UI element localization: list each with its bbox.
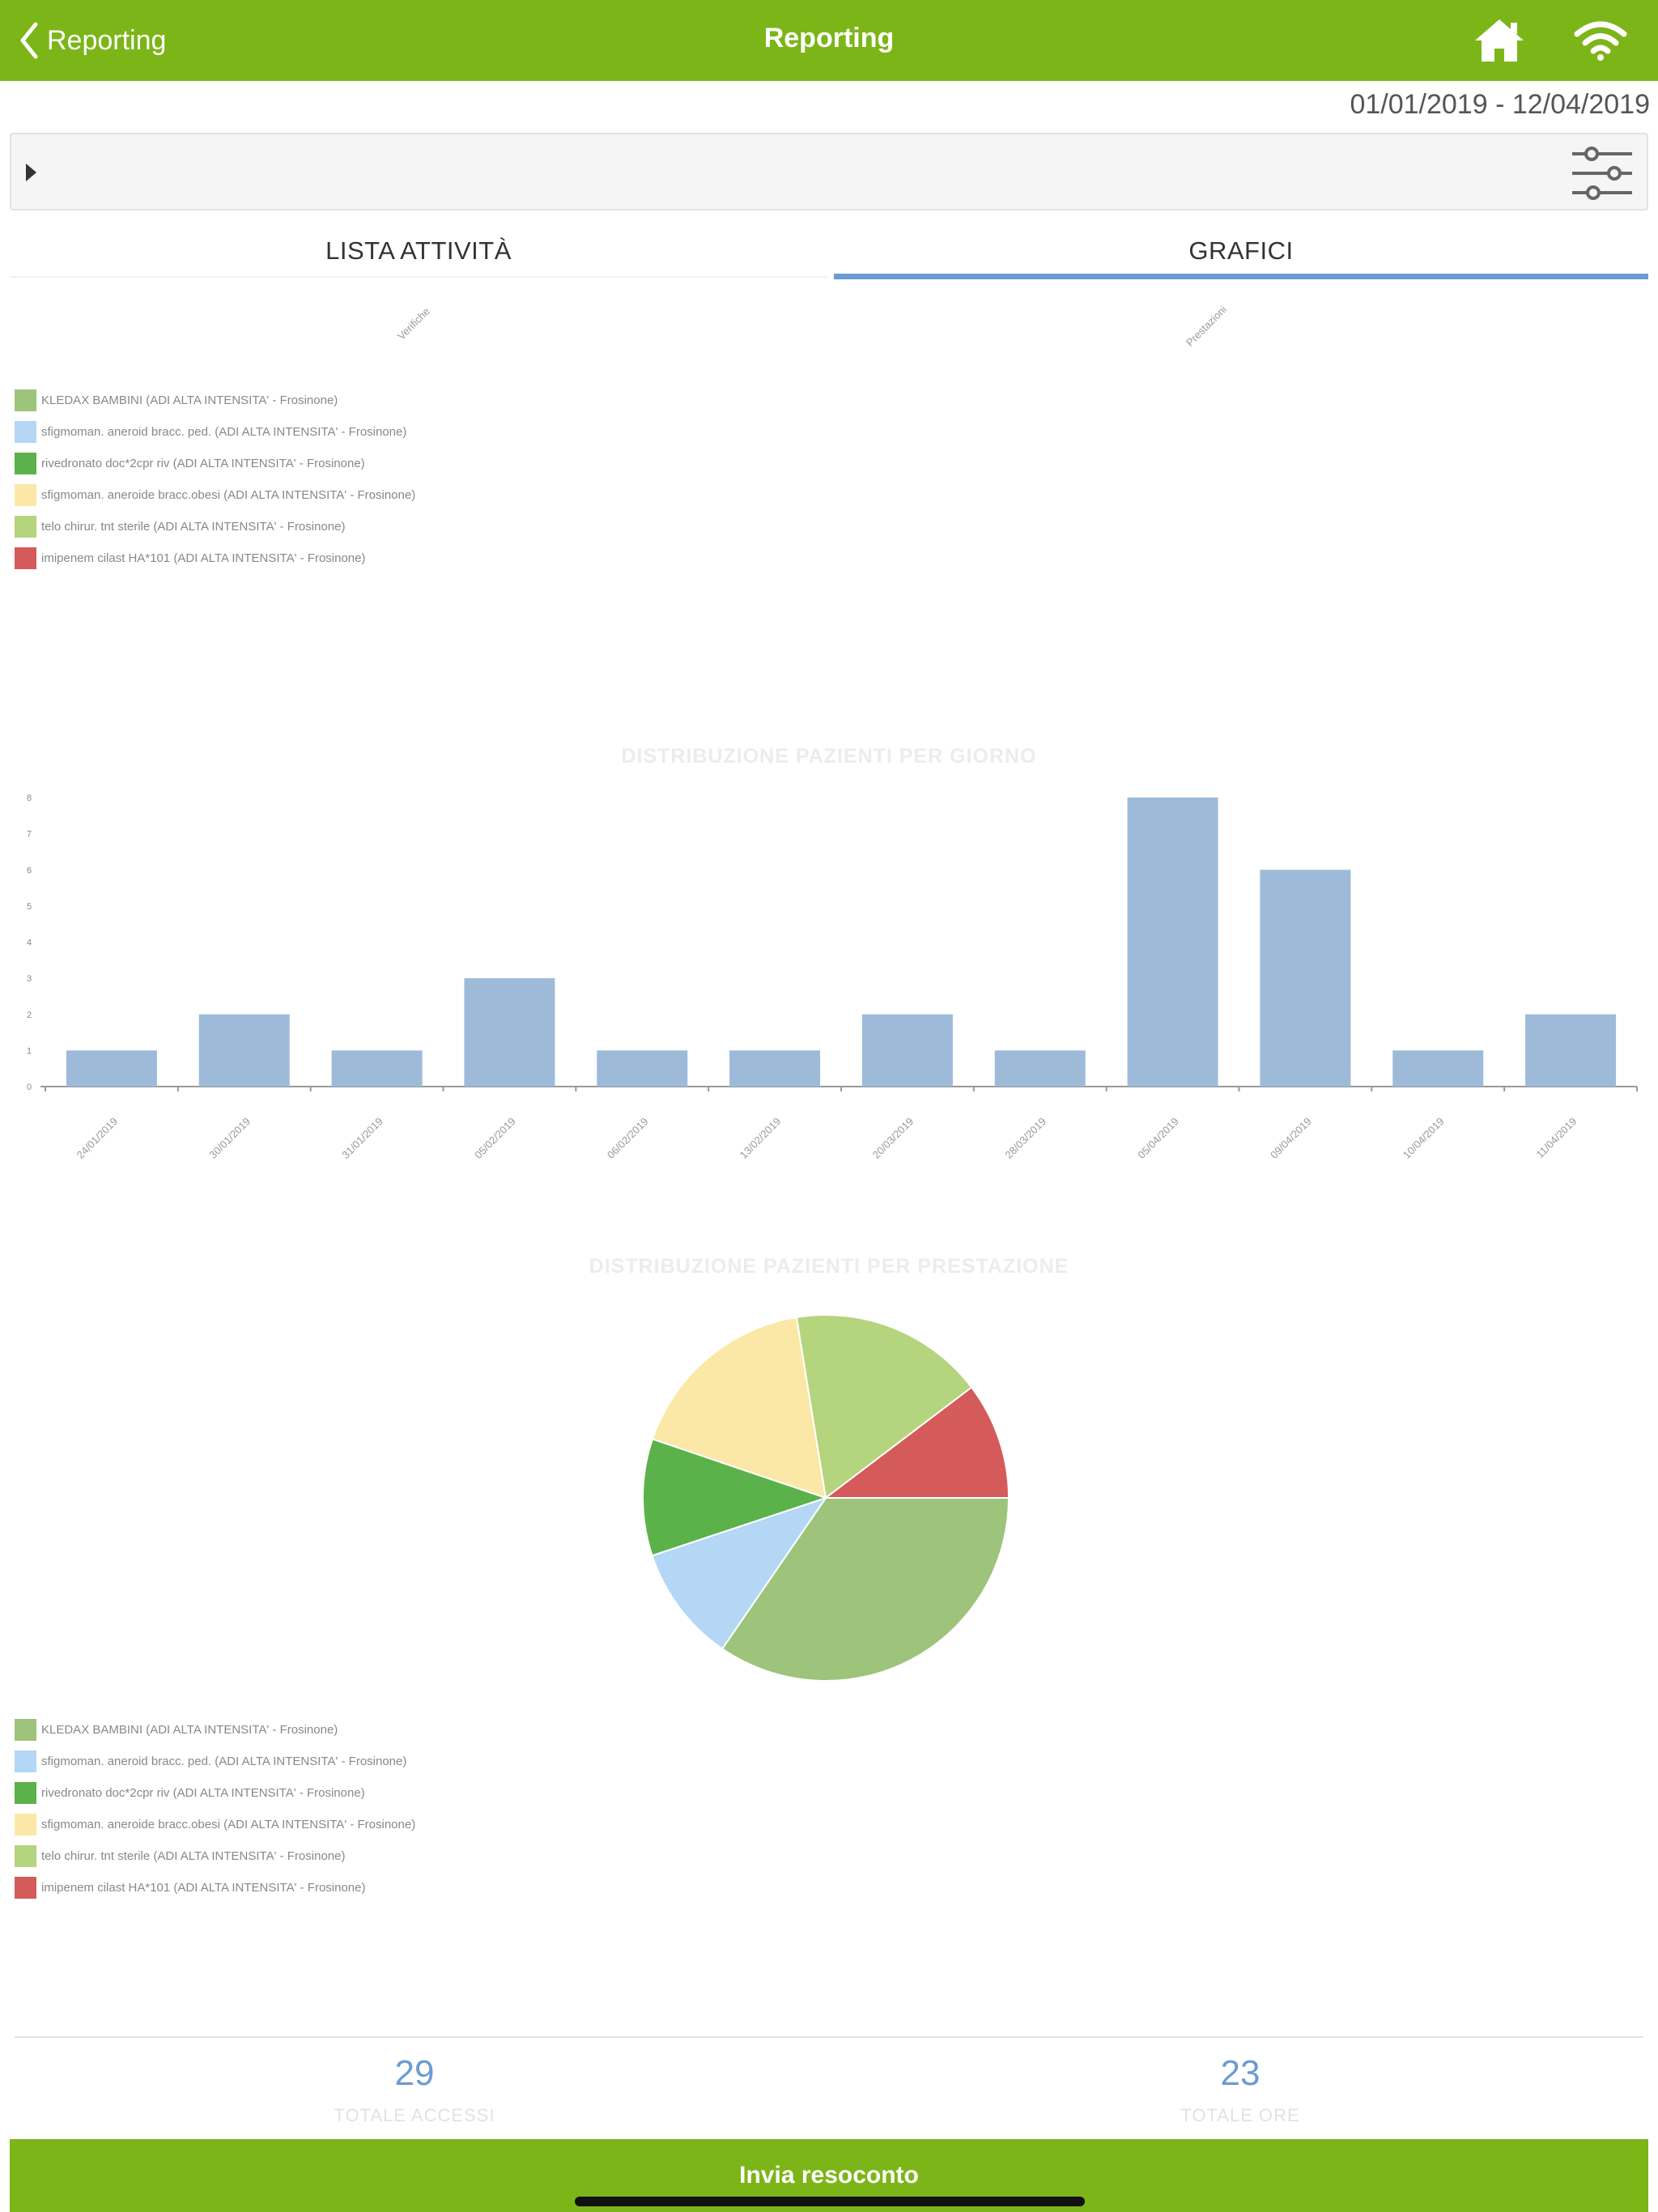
date-range[interactable]: 01/01/2019 - 12/04/2019 xyxy=(1350,89,1650,121)
sliders-icon[interactable] xyxy=(1569,143,1635,204)
y-tick-label: 0 xyxy=(27,1083,32,1092)
bar xyxy=(597,1050,688,1087)
legend-item: sfigmoman. aneroide bracc.obesi (ADI ALT… xyxy=(15,1809,415,1840)
bar xyxy=(1392,1050,1484,1087)
triangle-right-icon[interactable] xyxy=(26,164,36,181)
legend-label: KLEDAX BAMBINI (ADI ALTA INTENSITA' - Fr… xyxy=(41,1723,338,1737)
bar xyxy=(331,1050,423,1087)
bar xyxy=(1525,1014,1617,1087)
x-tick-label: 20/03/2019 xyxy=(870,1115,916,1161)
legend-bottom: KLEDAX BAMBINI (ADI ALTA INTENSITA' - Fr… xyxy=(15,1714,415,1904)
legend-swatch xyxy=(15,1719,36,1741)
y-tick-label: 7 xyxy=(27,830,32,840)
legend-label: sfigmoman. aneroide bracc.obesi (ADI ALT… xyxy=(41,1818,416,1831)
x-tick-label: 11/04/2019 xyxy=(1533,1115,1579,1160)
legend-label: KLEDAX BAMBINI (ADI ALTA INTENSITA' - Fr… xyxy=(41,393,338,407)
chevron-left-icon xyxy=(20,22,38,59)
legend-label: imipenem cilast HA*101 (ADI ALTA INTENSI… xyxy=(41,1881,366,1895)
y-tick-label: 8 xyxy=(27,793,32,803)
top-axis-label: Verifiche xyxy=(395,304,432,342)
x-tick-label: 31/01/2019 xyxy=(339,1115,385,1161)
bar xyxy=(994,1050,1086,1087)
pie-chart-title: DISTRIBUZIONE PAZIENTI PER PRESTAZIONE xyxy=(589,1255,1069,1278)
back-button-label: Reporting xyxy=(47,24,167,56)
wifi-icon[interactable] xyxy=(1574,18,1627,62)
bar xyxy=(198,1014,290,1087)
legend-swatch xyxy=(15,1782,36,1804)
legend-swatch xyxy=(15,484,36,506)
legend-label: telo chirur. tnt sterile (ADI ALTA INTEN… xyxy=(41,1849,346,1863)
tab-lista-attivita[interactable]: LISTA ATTIVITÀ xyxy=(10,236,827,282)
legend-swatch xyxy=(15,1814,36,1836)
legend-swatch xyxy=(15,389,36,411)
filter-bar[interactable] xyxy=(10,133,1648,211)
x-tick-label: 06/02/2019 xyxy=(605,1115,651,1161)
x-tick-label: 05/04/2019 xyxy=(1135,1115,1181,1161)
home-icon[interactable] xyxy=(1473,16,1525,63)
y-tick-label: 2 xyxy=(27,1010,32,1020)
y-tick-label: 5 xyxy=(27,902,32,912)
total-accessi-label: TOTALE ACCESSI xyxy=(334,2105,495,2125)
back-button[interactable]: Reporting xyxy=(18,18,166,63)
legend-item: KLEDAX BAMBINI (ADI ALTA INTENSITA' - Fr… xyxy=(15,385,415,416)
legend-label: sfigmoman. aneroid bracc. ped. (ADI ALTA… xyxy=(41,425,407,439)
legend-swatch xyxy=(15,421,36,443)
legend-item: sfigmoman. aneroid bracc. ped. (ADI ALTA… xyxy=(15,1746,415,1777)
active-tab-indicator xyxy=(834,274,1648,279)
legend-swatch xyxy=(15,1877,36,1899)
legend-item: telo chirur. tnt sterile (ADI ALTA INTEN… xyxy=(15,1840,415,1872)
x-tick-label: 24/01/2019 xyxy=(74,1115,121,1161)
tab-divider xyxy=(10,276,827,278)
bar-chart: 0 1 2 3 4 5 6 7 8 24/01/2019 30/01/2019 31/01/2019 0… xyxy=(27,793,1638,1161)
x-tick-label: 30/01/2019 xyxy=(206,1115,253,1161)
y-tick-label: 1 xyxy=(27,1046,32,1056)
bar xyxy=(861,1014,953,1087)
legend-label: telo chirur. tnt sterile (ADI ALTA INTEN… xyxy=(41,520,346,534)
legend-item: rivedronato doc*2cpr riv (ADI ALTA INTEN… xyxy=(15,1777,415,1809)
x-tick-label: 10/04/2019 xyxy=(1401,1115,1447,1161)
x-tick-label: 28/03/2019 xyxy=(1002,1115,1048,1161)
bar xyxy=(1260,870,1351,1087)
bar xyxy=(66,1050,157,1087)
legend-item: telo chirur. tnt sterile (ADI ALTA INTEN… xyxy=(15,511,415,542)
legend-item: sfigmoman. aneroid bracc. ped. (ADI ALTA… xyxy=(15,416,415,448)
legend-label: rivedronato doc*2cpr riv (ADI ALTA INTEN… xyxy=(41,1786,365,1800)
legend-top: KLEDAX BAMBINI (ADI ALTA INTENSITA' - Fr… xyxy=(15,385,415,574)
legend-label: imipenem cilast HA*101 (ADI ALTA INTENSI… xyxy=(41,551,366,565)
y-tick-label: 6 xyxy=(27,866,32,875)
legend-swatch xyxy=(15,453,36,474)
stats-divider xyxy=(15,2036,1643,2038)
total-ore-value: 23 xyxy=(1220,2053,1261,2093)
legend-swatch xyxy=(15,547,36,569)
app-screen: Reporting Reporting 01/01/2019 - 12/04/2… xyxy=(0,0,1658,2212)
total-accessi-value: 29 xyxy=(394,2053,435,2093)
y-tick-label: 4 xyxy=(27,938,32,948)
home-indicator xyxy=(575,2197,1085,2206)
legend-label: sfigmoman. aneroid bracc. ped. (ADI ALTA… xyxy=(41,1755,407,1768)
legend-item: imipenem cilast HA*101 (ADI ALTA INTENSI… xyxy=(15,542,415,574)
legend-item: rivedronato doc*2cpr riv (ADI ALTA INTEN… xyxy=(15,448,415,479)
top-axis-label: Prestazioni xyxy=(1184,303,1230,349)
x-tick-label: 13/02/2019 xyxy=(738,1115,784,1161)
pie-chart xyxy=(642,1314,1010,1682)
legend-swatch xyxy=(15,516,36,538)
x-tick-label: 05/02/2019 xyxy=(472,1115,518,1161)
y-tick-label: 3 xyxy=(27,974,32,984)
legend-item: imipenem cilast HA*101 (ADI ALTA INTENSI… xyxy=(15,1872,415,1904)
bar xyxy=(729,1050,821,1087)
x-tick-label: 09/04/2019 xyxy=(1268,1115,1314,1161)
legend-swatch xyxy=(15,1845,36,1867)
page-title: Reporting xyxy=(763,23,895,53)
navigation-bar: Reporting Reporting xyxy=(0,0,1658,81)
legend-label: rivedronato doc*2cpr riv (ADI ALTA INTEN… xyxy=(41,457,365,470)
bar xyxy=(464,978,555,1087)
total-ore-label: TOTALE ORE xyxy=(1180,2105,1300,2125)
bar-chart-title: DISTRIBUZIONE PAZIENTI PER GIORNO xyxy=(621,745,1037,768)
legend-item: sfigmoman. aneroide bracc.obesi (ADI ALT… xyxy=(15,479,415,511)
legend-label: sfigmoman. aneroide bracc.obesi (ADI ALT… xyxy=(41,488,416,502)
legend-swatch xyxy=(15,1750,36,1772)
legend-item: KLEDAX BAMBINI (ADI ALTA INTENSITA' - Fr… xyxy=(15,1714,415,1746)
bar xyxy=(1127,798,1218,1087)
